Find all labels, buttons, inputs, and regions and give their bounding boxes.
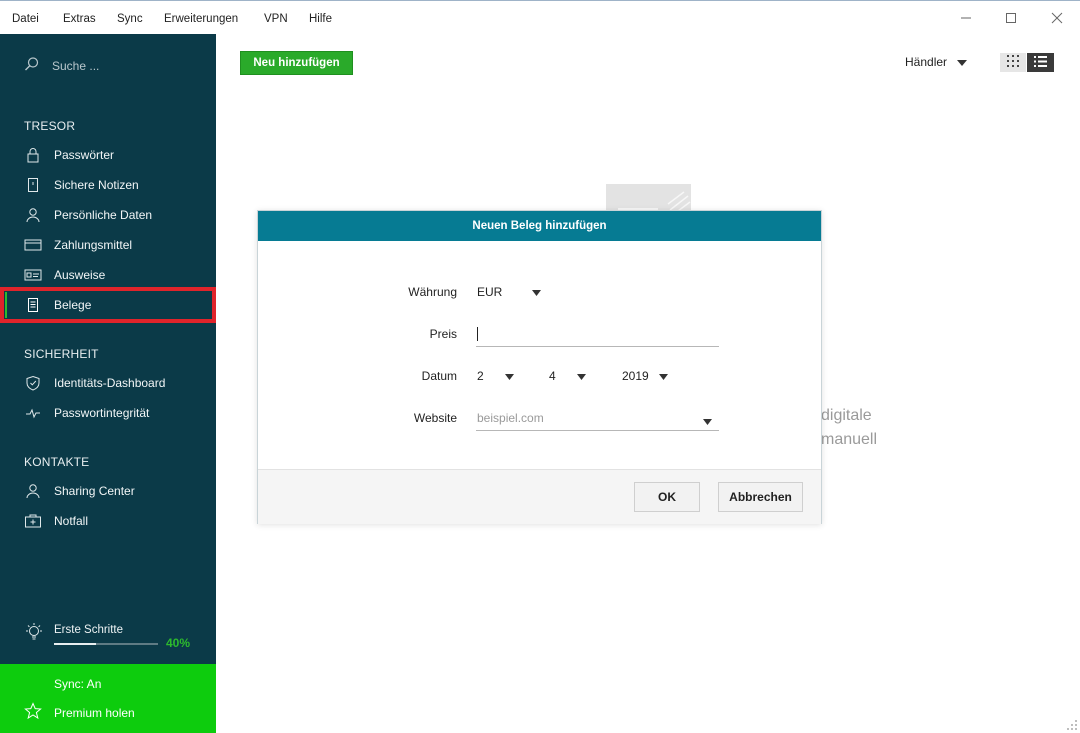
id-card-icon	[24, 266, 42, 284]
chevron-down-icon[interactable]	[703, 414, 712, 428]
section-sicherheit: SICHERHEIT	[24, 347, 99, 361]
add-receipt-dialog: Neuen Beleg hinzufügen Währung EUR Preis…	[257, 210, 822, 524]
sort-dropdown[interactable]: Händler	[905, 55, 968, 69]
premium-label: Premium holen	[54, 705, 135, 720]
website-input-placeholder[interactable]: beispiel.com	[477, 411, 544, 425]
lightbulb-icon	[24, 622, 44, 647]
getting-started-progress	[54, 643, 158, 645]
sidebar-item-belege[interactable]: Belege	[0, 287, 216, 323]
empty-state-line-1: digitale	[821, 407, 872, 424]
shield-icon	[24, 374, 42, 392]
getting-started-label: Erste Schritte	[54, 624, 124, 636]
website-input[interactable]	[476, 430, 719, 431]
chevron-down-icon	[576, 369, 586, 383]
menu-bar: Datei Extras Sync Erweiterungen VPN Hilf…	[0, 0, 1080, 34]
sidebar-item-passwoerter[interactable]: Passwörter	[0, 140, 216, 170]
sidebar-item-label: Persönliche Daten	[54, 208, 153, 222]
ok-button[interactable]: OK	[634, 482, 700, 512]
minimize-icon[interactable]	[951, 7, 981, 29]
dialog-footer: OK Abbrechen	[258, 469, 821, 524]
date-day-select[interactable]: 2	[477, 369, 514, 383]
sidebar-item-zahlungsmittel[interactable]: Zahlungsmittel	[0, 230, 216, 260]
search-placeholder: Suche ...	[52, 58, 100, 73]
note-icon	[24, 176, 42, 194]
sidebar-item-label: Belege	[54, 298, 92, 312]
receipt-icon	[24, 296, 42, 314]
menu-hilfe[interactable]: Hilfe	[309, 13, 332, 25]
getting-started[interactable]: Erste Schritte 40%	[24, 620, 194, 650]
sidebar-item-identitaets-dashboard[interactable]: Identitäts-Dashboard	[0, 368, 216, 398]
emergency-kit-icon	[24, 512, 42, 530]
sync-status: Sync: An	[54, 677, 102, 691]
date-label: Datum	[421, 369, 457, 383]
cancel-button[interactable]: Abbrechen	[718, 482, 803, 512]
sidebar-item-label: Notfall	[54, 514, 89, 528]
resize-grip[interactable]	[1066, 719, 1078, 731]
menu-erweiterungen[interactable]: Erweiterungen	[164, 13, 238, 25]
sidebar-item-sharing-center[interactable]: Sharing Center	[0, 476, 216, 506]
list-icon	[1034, 55, 1047, 70]
grid-view-button[interactable]	[1000, 53, 1026, 72]
chevron-down-icon	[658, 369, 668, 383]
grid-icon	[1007, 55, 1019, 70]
sidebar-item-label: Zahlungsmittel	[54, 238, 133, 252]
menu-extras[interactable]: Extras	[63, 13, 96, 25]
credit-card-icon	[24, 236, 42, 254]
sidebar-item-passwortintegritaet[interactable]: Passwortintegrität	[0, 398, 216, 428]
sidebar-item-label: Passwörter	[54, 148, 115, 162]
website-label: Website	[413, 411, 457, 425]
price-label: Preis	[429, 327, 457, 341]
star-icon	[24, 702, 42, 723]
date-month-select[interactable]: 4	[549, 369, 586, 383]
pulse-icon	[24, 404, 42, 422]
sidebar: Suche ... TRESOR Passwörter Sichere Noti…	[0, 34, 216, 733]
sidebar-item-notfall[interactable]: Notfall	[0, 506, 216, 536]
sidebar-item-label: Identitäts-Dashboard	[54, 376, 166, 390]
maximize-icon[interactable]	[996, 7, 1026, 29]
menu-sync[interactable]: Sync	[117, 13, 143, 25]
empty-state-line-2: manuell	[821, 431, 878, 448]
chevron-down-icon	[504, 369, 514, 383]
sort-label: Händler	[905, 55, 948, 69]
sidebar-item-label: Sichere Notizen	[54, 178, 139, 192]
sidebar-item-ausweise[interactable]: Ausweise	[0, 260, 216, 290]
getting-started-percent: 40%	[166, 636, 191, 650]
sync-panel: Sync: An Premium holen	[0, 664, 216, 733]
search-box[interactable]: Suche ...	[24, 56, 99, 75]
dialog-title: Neuen Beleg hinzufügen	[258, 211, 821, 241]
price-input-cursor	[477, 327, 478, 341]
list-view-button[interactable]	[1027, 53, 1054, 72]
menu-vpn[interactable]: VPN	[264, 13, 288, 25]
progress-fill	[54, 643, 96, 645]
sidebar-item-persoenliche-daten[interactable]: Persönliche Daten	[0, 200, 216, 230]
empty-state-text: digitale manuell	[821, 404, 877, 452]
sidebar-item-label: Sharing Center	[54, 484, 135, 498]
currency-label: Währung	[408, 285, 457, 299]
chevron-down-icon	[532, 285, 542, 299]
sidebar-item-label: Passwortintegrität	[54, 406, 150, 420]
date-year-value: 2019	[622, 369, 649, 383]
section-kontakte: KONTAKTE	[24, 455, 90, 469]
date-day-value: 2	[477, 369, 484, 383]
premium-link[interactable]: Premium holen	[24, 702, 135, 723]
lock-icon	[24, 146, 42, 164]
person-icon	[24, 206, 42, 224]
date-year-select[interactable]: 2019	[622, 369, 668, 383]
chevron-down-icon	[957, 55, 968, 69]
add-new-button[interactable]: Neu hinzufügen	[240, 51, 353, 75]
close-icon[interactable]	[1042, 7, 1072, 29]
currency-value: EUR	[477, 285, 503, 299]
date-month-value: 4	[549, 369, 556, 383]
search-icon	[24, 56, 40, 75]
section-tresor: TRESOR	[24, 119, 76, 133]
person-icon	[24, 482, 42, 500]
sidebar-item-label: Ausweise	[54, 268, 106, 282]
price-input[interactable]	[476, 346, 719, 347]
sidebar-item-sichere-notizen[interactable]: Sichere Notizen	[0, 170, 216, 200]
currency-select[interactable]: EUR	[477, 285, 542, 299]
menu-datei[interactable]: Datei	[12, 13, 39, 25]
